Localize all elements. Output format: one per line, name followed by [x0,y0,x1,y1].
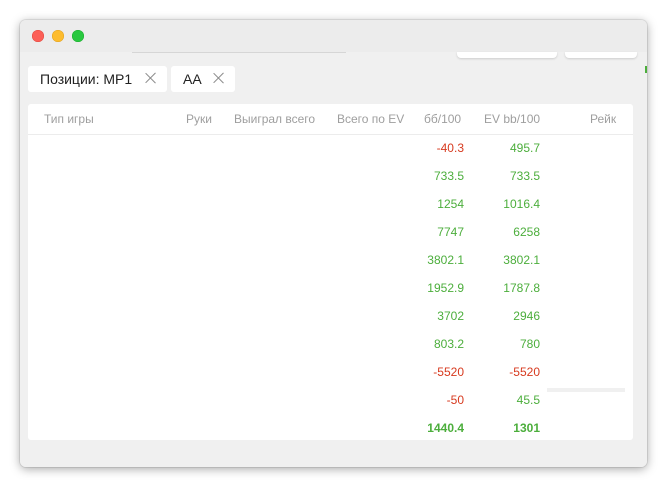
toolbar-button-1[interactable] [457,52,557,58]
column-header-rake[interactable]: Рейк [590,112,616,126]
main-content: Позиции: MP1 AA Тип игры Руки Выиграл вс… [20,52,647,467]
cell-bb100: -40.3 [436,141,464,155]
cell-ev-bb100: 2946 [513,309,540,323]
cell-bb100: 1254 [437,197,464,211]
cell-ev-bb100: 1016.4 [503,197,540,211]
cell-ev-bb100: 495.7 [509,141,540,155]
toolbar-button-2[interactable] [565,52,637,58]
title-bar [20,20,647,52]
table-body: -40.3 495.7 733.5 733.5 1254 1016.4 7747 6258 38… [28,135,633,443]
table-header: Тип игры Руки Выиграл всего Всего по EV … [28,104,633,135]
close-icon[interactable] [212,71,226,85]
table-row[interactable]: 803.2 780 [28,331,633,359]
total-ev-bb100: 1301 [513,421,540,435]
cell-bb100: -5520 [433,365,464,379]
cell-ev-bb100: 45.5 [516,393,540,407]
table-row[interactable]: -5520 -5520 [28,359,633,387]
cell-bb100: 1952.9 [427,281,464,295]
cell-bb100: 3802.1 [427,253,464,267]
column-header-hands[interactable]: Руки [186,112,212,126]
minimize-window-button[interactable] [52,30,64,42]
table-row[interactable]: 3702 2946 [28,303,633,331]
filter-chip-label: AA [183,71,202,87]
table-row[interactable]: 3802.1 3802.1 [28,247,633,275]
table-row[interactable]: 733.5 733.5 [28,163,633,191]
scroll-indicator [645,66,647,73]
cell-bb100: 7747 [437,225,464,239]
cell-ev-bb100: -5520 [509,365,540,379]
filter-chip-label: Позиции: MP1 [40,71,133,87]
table-total-row: 1440.4 1301 [28,415,633,443]
stats-table: Тип игры Руки Выиграл всего Всего по EV … [28,104,633,440]
column-header-bb100[interactable]: бб/100 [424,112,461,126]
table-row[interactable]: 1254 1016.4 [28,191,633,219]
table-row[interactable]: 1952.9 1787.8 [28,275,633,303]
table-row[interactable]: -40.3 495.7 [28,135,633,163]
cell-bb100: 3702 [437,309,464,323]
table-row[interactable]: -50 45.5 [28,387,633,415]
cell-ev-bb100: 733.5 [509,169,540,183]
maximize-window-button[interactable] [72,30,84,42]
cell-bb100: -50 [446,393,464,407]
cell-ev-bb100: 3802.1 [503,253,540,267]
close-window-button[interactable] [32,30,44,42]
cell-ev-bb100: 1787.8 [503,281,540,295]
total-bb100: 1440.4 [427,421,464,435]
cell-ev-bb100: 6258 [513,225,540,239]
column-header-game-type[interactable]: Тип игры [44,112,94,126]
cell-ev-bb100: 780 [519,337,540,351]
close-icon[interactable] [144,71,158,85]
filter-chip-position[interactable]: Позиции: MP1 [28,66,167,92]
app-window: Позиции: MP1 AA Тип игры Руки Выиграл вс… [20,20,647,467]
column-header-ev-bb100[interactable]: EV bb/100 [484,112,540,126]
toolbar-divider [132,52,346,53]
cell-bb100: 803.2 [433,337,464,351]
column-header-won-total[interactable]: Выиграл всего [234,112,315,126]
column-header-ev-total[interactable]: Всего по EV [337,112,404,126]
table-edge [547,388,625,392]
cell-bb100: 733.5 [433,169,464,183]
filter-chip-hand[interactable]: AA [171,66,235,92]
table-row[interactable]: 7747 6258 [28,219,633,247]
